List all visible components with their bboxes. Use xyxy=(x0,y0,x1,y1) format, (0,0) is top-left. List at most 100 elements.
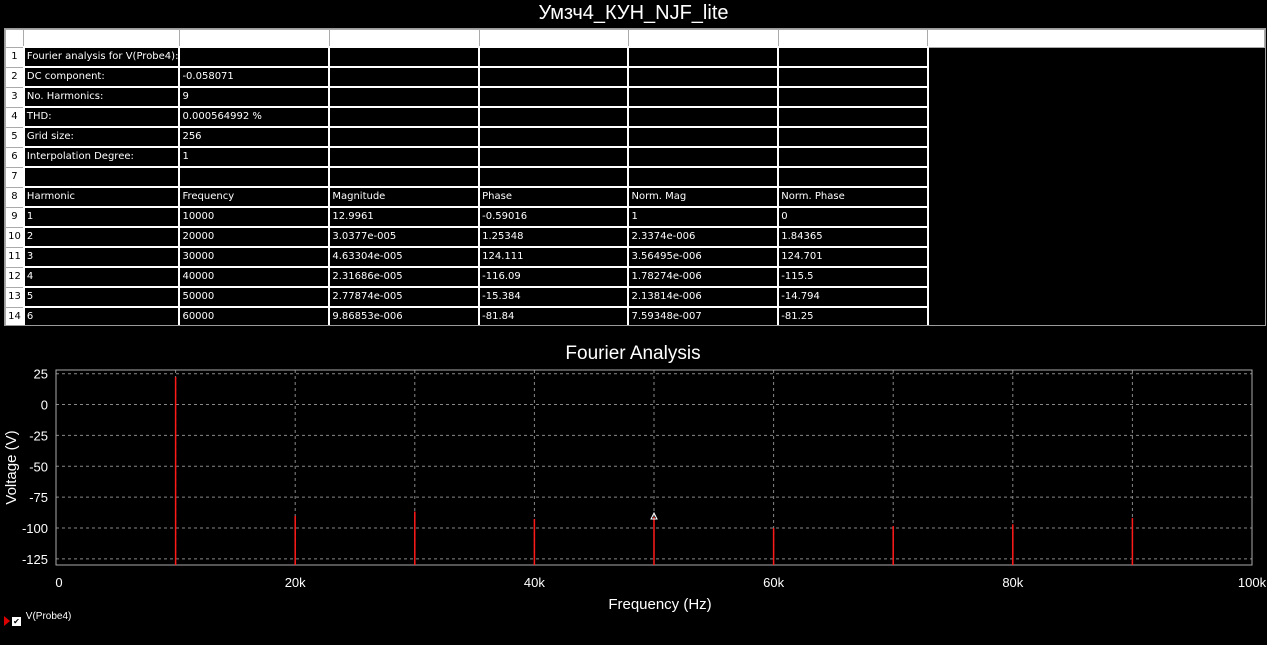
row-header[interactable]: 9 xyxy=(5,206,25,228)
grid-cell[interactable]: 124.701 xyxy=(777,246,929,268)
column-header[interactable] xyxy=(178,29,330,48)
grid-cell[interactable]: DC component: xyxy=(22,66,181,88)
grid-cell[interactable]: Norm. Mag xyxy=(627,186,780,208)
column-header[interactable] xyxy=(478,29,629,48)
grid-cell[interactable]: Harmonic xyxy=(22,186,181,208)
grid-corner[interactable] xyxy=(5,29,25,48)
grid-cell[interactable] xyxy=(328,66,481,88)
grid-cell[interactable] xyxy=(627,166,780,188)
fourier-chart[interactable]: Fourier Analysis 25 0 -25 -50 -75 -100 -125 0 20k… xyxy=(0,338,1267,645)
grid-cell[interactable]: 2.13814e-006 xyxy=(627,286,780,308)
grid-cell[interactable]: 2.3374e-006 xyxy=(627,226,780,248)
grid-cell[interactable] xyxy=(328,86,481,108)
grid-cell[interactable]: 30000 xyxy=(178,246,331,268)
row-header[interactable]: 11 xyxy=(5,246,25,268)
row-header[interactable]: 13 xyxy=(5,286,25,308)
grid-cell[interactable] xyxy=(777,106,929,128)
column-header[interactable] xyxy=(328,29,480,48)
grid-cell[interactable]: 3.0377e-005 xyxy=(328,226,481,248)
grid-cell[interactable] xyxy=(478,66,630,88)
grid-cell[interactable] xyxy=(478,166,630,188)
grid-cell[interactable]: 4.63304e-005 xyxy=(328,246,481,268)
grid-cell[interactable]: Grid size: xyxy=(22,126,181,148)
grid-cell[interactable]: 124.111 xyxy=(478,246,630,268)
column-header[interactable] xyxy=(627,29,779,48)
row-header[interactable]: 3 xyxy=(5,86,25,108)
grid-cell[interactable] xyxy=(178,166,331,188)
grid-cell[interactable] xyxy=(478,46,630,68)
row-header[interactable]: 4 xyxy=(5,106,25,128)
grid-cell[interactable]: 0 xyxy=(777,206,929,228)
row-header[interactable]: 12 xyxy=(5,266,25,288)
grid-cell[interactable]: 9 xyxy=(178,86,331,108)
grid-cell[interactable]: 0.000564992 % xyxy=(178,106,331,128)
series-visible-checkbox[interactable]: ✔ xyxy=(12,616,21,626)
grid-cell[interactable]: -15.384 xyxy=(478,286,630,308)
grid-cell[interactable] xyxy=(777,146,929,168)
grid-cell[interactable] xyxy=(627,146,780,168)
grid-cell[interactable]: THD: xyxy=(22,106,181,128)
grid-cell[interactable]: 6 xyxy=(22,306,181,325)
legend[interactable]: ✔ V(Probe4) xyxy=(4,611,71,627)
grid-cell[interactable]: Interpolation Degree: xyxy=(22,146,181,168)
row-header[interactable]: 5 xyxy=(5,126,25,148)
grid-cell[interactable]: No. Harmonics: xyxy=(22,86,181,108)
grid-cell[interactable] xyxy=(478,146,630,168)
grid-cell[interactable]: 2.77874e-005 xyxy=(328,286,481,308)
grid-cell[interactable]: -0.59016 xyxy=(478,206,630,228)
grid-cell[interactable]: Norm. Phase xyxy=(777,186,929,208)
grid-cell[interactable]: -81.84 xyxy=(478,306,630,325)
grid-cell[interactable]: 1.25348 xyxy=(478,226,630,248)
grid-cell[interactable]: 2.31686e-005 xyxy=(328,266,481,288)
grid-cell[interactable] xyxy=(777,66,929,88)
grid-cell[interactable]: -116.09 xyxy=(478,266,630,288)
grid-cell[interactable]: Fourier analysis for V(Probe4): xyxy=(22,46,181,68)
row-header[interactable]: 2 xyxy=(5,66,25,88)
grid-cell[interactable]: 1.84365 xyxy=(777,226,929,248)
grid-cell[interactable] xyxy=(178,46,331,68)
grid-cell[interactable]: Frequency xyxy=(178,186,331,208)
grid-cell[interactable]: 3 xyxy=(22,246,181,268)
grid-cell[interactable]: 4 xyxy=(22,266,181,288)
grid-cell[interactable]: 10000 xyxy=(178,206,331,228)
grid-cell[interactable] xyxy=(777,46,929,68)
results-grid[interactable]: 1 Fourier analysis for V(Probe4): 2 DC comp… xyxy=(4,28,1266,326)
grid-cell[interactable] xyxy=(22,166,181,188)
grid-cell[interactable]: -0.058071 xyxy=(178,66,331,88)
column-header[interactable] xyxy=(777,29,929,48)
grid-cell[interactable] xyxy=(478,86,630,108)
grid-cell[interactable]: 1.78274e-006 xyxy=(627,266,780,288)
grid-cell[interactable]: 1 xyxy=(178,146,331,168)
grid-cell[interactable] xyxy=(777,86,929,108)
grid-cell[interactable]: 9.86853e-006 xyxy=(328,306,481,325)
grid-cell[interactable]: 2 xyxy=(22,226,181,248)
grid-cell[interactable] xyxy=(627,46,780,68)
grid-cell[interactable]: 12.9961 xyxy=(328,206,481,228)
grid-cell[interactable] xyxy=(627,66,780,88)
grid-cell[interactable] xyxy=(478,126,630,148)
grid-cell[interactable] xyxy=(627,126,780,148)
grid-cell[interactable] xyxy=(627,106,780,128)
grid-cell[interactable]: 1 xyxy=(22,206,181,228)
grid-cell[interactable] xyxy=(777,126,929,148)
grid-cell[interactable]: 5 xyxy=(22,286,181,308)
grid-cell[interactable] xyxy=(328,166,481,188)
row-header[interactable]: 10 xyxy=(5,226,25,248)
grid-cell[interactable]: -115.5 xyxy=(777,266,929,288)
row-header[interactable]: 8 xyxy=(5,186,25,208)
row-header[interactable]: 1 xyxy=(5,46,25,68)
grid-cell[interactable] xyxy=(777,166,929,188)
grid-cell[interactable]: 1 xyxy=(627,206,780,228)
grid-cell[interactable] xyxy=(328,106,481,128)
grid-cell[interactable]: 3.56495e-006 xyxy=(627,246,780,268)
row-header[interactable]: 6 xyxy=(5,146,25,168)
row-header[interactable]: 7 xyxy=(5,166,25,188)
grid-cell[interactable] xyxy=(328,46,481,68)
grid-cell[interactable]: -81.25 xyxy=(777,306,929,325)
grid-cell[interactable]: 7.59348e-007 xyxy=(627,306,780,325)
grid-cell[interactable]: -14.794 xyxy=(777,286,929,308)
grid-cell[interactable]: 20000 xyxy=(178,226,331,248)
grid-cell[interactable] xyxy=(627,86,780,108)
grid-cell[interactable]: 50000 xyxy=(178,286,331,308)
grid-cell[interactable]: Phase xyxy=(478,186,630,208)
